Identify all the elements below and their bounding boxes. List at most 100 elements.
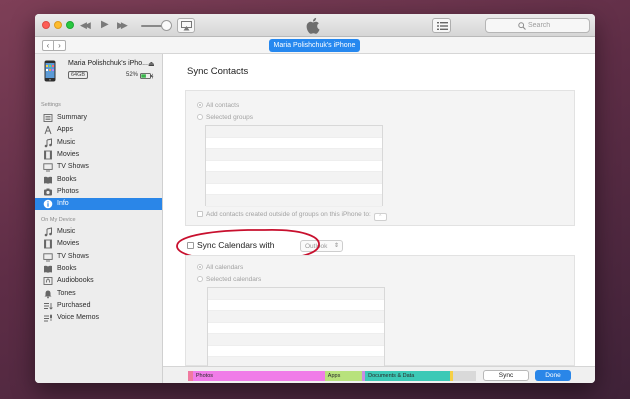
- groups-list[interactable]: [205, 125, 383, 207]
- list-row: [208, 334, 384, 346]
- sidebar-item-label: Voice Memos: [57, 314, 100, 322]
- sidebar-item-label: Books: [57, 264, 77, 272]
- selected-groups-radio[interactable]: Selected groups: [197, 114, 253, 121]
- sidebar-item-device-purchased[interactable]: Purchased: [35, 300, 162, 312]
- sidebar-item-music[interactable]: Music: [35, 137, 162, 149]
- apps-icon: [44, 126, 52, 135]
- minimize-window-button[interactable]: [54, 21, 62, 29]
- navigation-bar: ‹ › Maria Polishchuk's iPhone: [35, 37, 595, 54]
- selected-groups-label: Selected groups: [206, 114, 253, 121]
- sidebar-item-label: TV Shows: [57, 252, 89, 260]
- add-contacts-option[interactable]: Add contacts created outside of groups o…: [197, 211, 387, 221]
- checkbox-icon: [197, 211, 203, 217]
- chevron-updown-icon: ⇕: [333, 243, 339, 249]
- tv-shows-icon: [43, 163, 53, 172]
- sidebar-item-label: Movies: [57, 150, 80, 158]
- search-input[interactable]: [528, 20, 586, 31]
- sidebar-item-photos[interactable]: Photos: [35, 186, 162, 198]
- voice-memos-icon: [44, 314, 52, 322]
- iphone-icon: [44, 60, 56, 82]
- capacity-badge: 64GB: [68, 71, 89, 79]
- all-calendars-label: All calendars: [206, 264, 244, 271]
- device-name: Maria Polishchuk's iPho...: [68, 60, 148, 67]
- books-icon: [44, 265, 52, 273]
- sidebar-item-label: Apps: [57, 126, 73, 134]
- sidebar-item-device-tones[interactable]: Tones: [35, 288, 162, 300]
- volume-slider-knob[interactable]: [161, 20, 172, 31]
- up-next-button[interactable]: [432, 18, 451, 33]
- sidebar-item-device-music[interactable]: Music: [35, 226, 162, 238]
- zoom-window-button[interactable]: [66, 21, 74, 29]
- list-row: [208, 311, 384, 323]
- fast-forward-icon[interactable]: ▶▶: [117, 19, 128, 31]
- sidebar-item-device-audiobooks[interactable]: Audiobooks: [35, 275, 162, 287]
- sidebar-item-device-movies[interactable]: Movies: [35, 238, 162, 250]
- all-contacts-label: All contacts: [206, 102, 240, 109]
- group-select[interactable]: ⌃: [373, 213, 387, 221]
- sidebar-item-apps[interactable]: Apps: [35, 124, 162, 136]
- summary-icon: [43, 114, 53, 122]
- sidebar-item-info[interactable]: Info: [35, 198, 162, 211]
- sidebar-item-tv-shows[interactable]: TV Shows: [35, 161, 162, 173]
- all-contacts-radio[interactable]: All contacts: [197, 102, 239, 109]
- sidebar-item-label: Music: [57, 138, 76, 146]
- audiobooks-icon: [43, 277, 53, 286]
- list-row: [206, 195, 382, 207]
- storage-bar: Photos Apps Documents & Data: [188, 371, 476, 381]
- rewind-icon[interactable]: ◀◀: [80, 19, 91, 31]
- play-icon[interactable]: ▶: [101, 19, 109, 31]
- list-row: [206, 184, 382, 195]
- radio-selected-icon: [197, 102, 203, 108]
- sidebar-item-device-voice-memos[interactable]: Voice Memos: [35, 312, 162, 324]
- sync-button[interactable]: Sync: [483, 370, 529, 381]
- list-row: [206, 161, 382, 172]
- sidebar-item-books[interactable]: Books: [35, 174, 162, 186]
- calendars-list[interactable]: [207, 287, 385, 369]
- sidebar-item-device-tv-shows[interactable]: TV Shows: [35, 251, 162, 263]
- list-row: [206, 138, 382, 149]
- forward-button[interactable]: ›: [54, 40, 66, 51]
- sidebar-item-label: Books: [57, 175, 77, 183]
- eject-icon[interactable]: ⏏: [148, 60, 155, 68]
- sidebar-item-summary[interactable]: Summary: [35, 112, 162, 124]
- all-calendars-radio[interactable]: All calendars: [197, 264, 243, 271]
- list-row: [208, 288, 384, 300]
- radio-selected-icon: [197, 264, 203, 270]
- search-field[interactable]: [485, 18, 590, 33]
- settings-section-label: Settings: [41, 102, 61, 108]
- list-row: [208, 323, 384, 334]
- list-row: [206, 172, 382, 184]
- sidebar-item-label: Music: [57, 228, 76, 235]
- list-row: [208, 346, 384, 357]
- device-button[interactable]: Maria Polishchuk's iPhone: [269, 39, 360, 52]
- done-button[interactable]: Done: [535, 370, 571, 381]
- battery-percentage: 52%: [126, 72, 139, 78]
- search-icon: [518, 22, 526, 30]
- airplay-button[interactable]: [177, 18, 195, 33]
- list-row: [206, 126, 382, 138]
- storage-segment: [452, 371, 476, 381]
- storage-segment: Documents & Data: [365, 371, 451, 381]
- sidebar-item-device-books[interactable]: Books: [35, 263, 162, 275]
- close-window-button[interactable]: [42, 21, 50, 29]
- music-icon: [44, 137, 52, 147]
- sidebar-item-label: Movies: [57, 240, 80, 248]
- sidebar-item-label: TV Shows: [57, 163, 89, 171]
- sidebar-item-label: Summary: [57, 114, 87, 121]
- radio-icon: [197, 276, 203, 282]
- sidebar-item-movies[interactable]: Movies: [35, 149, 162, 161]
- list-row: [208, 300, 384, 311]
- movies-icon: [44, 239, 52, 249]
- list-row: [206, 149, 382, 161]
- info-icon: [43, 199, 53, 209]
- on-my-device-section-label: On My Device: [41, 217, 76, 223]
- battery-icon: [140, 73, 154, 79]
- title-bar: ◀◀ ▶ ▶▶: [35, 14, 595, 37]
- back-button[interactable]: ‹: [42, 40, 54, 51]
- sidebar-item-label: Tones: [57, 289, 76, 297]
- sidebar-item-label: Info: [57, 200, 69, 208]
- selected-calendars-radio[interactable]: Selected calendars: [197, 276, 261, 283]
- movies-icon: [44, 150, 52, 160]
- sidebar-item-label: Photos: [57, 187, 79, 195]
- airplay-icon: [181, 21, 192, 31]
